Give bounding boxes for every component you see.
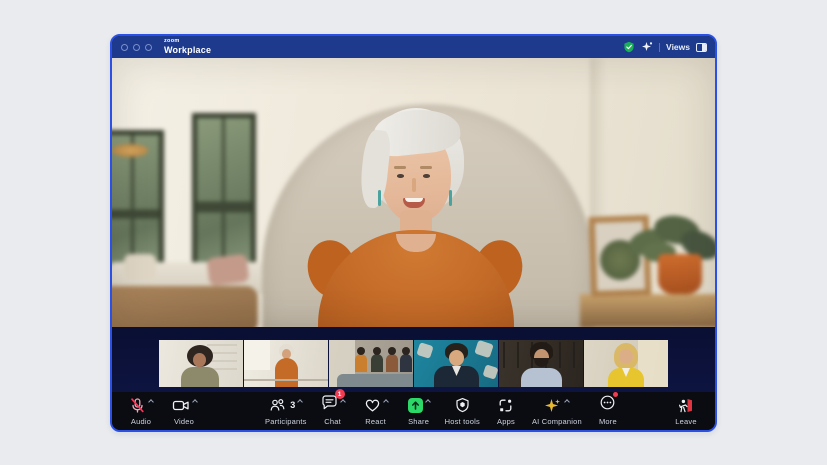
participant-thumbnail-3[interactable]	[329, 340, 413, 387]
participant-thumbnail-2[interactable]	[244, 340, 328, 387]
window-close-icon[interactable]	[121, 44, 128, 51]
audio-options-caret[interactable]	[148, 399, 154, 405]
titlebar-divider	[659, 43, 660, 52]
microphone-muted-icon	[129, 397, 146, 414]
active-speaker-video[interactable]	[112, 58, 715, 327]
react-button[interactable]: React	[359, 397, 393, 426]
ai-companion-icon	[544, 397, 562, 414]
participant-thumbnail-1[interactable]	[159, 340, 243, 387]
react-options-caret[interactable]	[383, 399, 389, 405]
participants-filmstrip	[112, 327, 715, 392]
leave-door-icon	[677, 397, 695, 414]
window-controls[interactable]	[121, 44, 152, 51]
chat-button[interactable]: 1 Chat	[316, 397, 350, 426]
video-options-caret[interactable]	[192, 399, 198, 405]
host-tools-button[interactable]: Host tools	[445, 397, 480, 426]
participant-thumbnail-5[interactable]	[499, 340, 583, 387]
ai-companion-button[interactable]: AI Companion	[532, 397, 582, 426]
share-options-caret[interactable]	[425, 399, 431, 405]
share-screen-icon	[408, 398, 423, 413]
zoom-meeting-window: zoom Workplace Views	[110, 34, 717, 432]
ai-companion-sparkle-icon[interactable]	[641, 41, 653, 53]
logo-zoom-text: zoom	[164, 39, 211, 45]
participants-button[interactable]: 3 Participants	[265, 397, 307, 426]
participants-icon	[269, 397, 286, 414]
heart-react-icon	[364, 397, 381, 414]
titlebar: zoom Workplace Views	[112, 36, 715, 58]
video-button[interactable]: Video	[167, 397, 201, 426]
view-layout-icon[interactable]	[696, 43, 707, 52]
zoom-workplace-logo: zoom Workplace	[164, 39, 211, 55]
leave-button[interactable]: Leave	[669, 397, 703, 426]
chat-unread-badge: 1	[335, 389, 345, 399]
participant-thumbnail-6[interactable]	[584, 340, 668, 387]
logo-workplace-text: Workplace	[164, 46, 211, 55]
host-tools-shield-icon	[454, 397, 471, 414]
page-background: { "titlebar": { "logo_top": "zoom", "log…	[0, 0, 827, 465]
apps-icon	[497, 397, 514, 414]
share-button[interactable]: Share	[402, 397, 436, 426]
encryption-shield-icon[interactable]	[623, 41, 635, 53]
chat-options-caret[interactable]	[340, 399, 346, 405]
participant-thumbnail-4[interactable]	[414, 340, 498, 387]
views-button[interactable]: Views	[666, 42, 690, 52]
participants-options-caret[interactable]	[297, 399, 303, 405]
participants-count: 3	[290, 400, 295, 410]
video-camera-icon	[172, 397, 190, 414]
audio-button[interactable]: Audio	[124, 397, 158, 426]
more-button[interactable]: More	[591, 397, 625, 426]
meeting-toolbar: Audio Video 3	[112, 392, 715, 430]
apps-button[interactable]: Apps	[489, 397, 523, 426]
more-notification-dot	[613, 392, 618, 397]
window-minimize-icon[interactable]	[133, 44, 140, 51]
ai-companion-options-caret[interactable]	[565, 399, 571, 405]
window-zoom-icon[interactable]	[145, 44, 152, 51]
